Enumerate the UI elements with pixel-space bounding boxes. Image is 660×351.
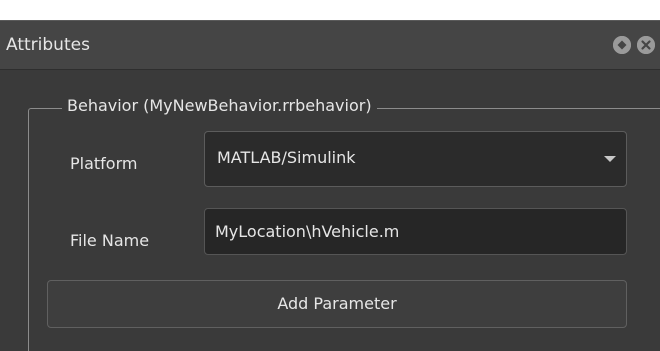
add-parameter-button[interactable]: Add Parameter bbox=[47, 280, 627, 328]
attributes-panel: Attributes Behavior (MyNewBehavior.rrbeh… bbox=[0, 0, 660, 351]
platform-dropdown[interactable]: MATLAB/Simulink bbox=[204, 131, 627, 187]
close-icon[interactable] bbox=[637, 36, 655, 54]
chevron-down-icon bbox=[604, 156, 616, 162]
panel-titlebar: Attributes bbox=[0, 20, 660, 70]
behavior-group-title: Behavior (MyNewBehavior.rrbehavior) bbox=[62, 95, 377, 117]
file-name-label: File Name bbox=[70, 231, 150, 250]
panel-body: Behavior (MyNewBehavior.rrbehavior) Plat… bbox=[0, 70, 660, 351]
platform-dropdown-value: MATLAB/Simulink bbox=[217, 148, 356, 167]
panel-title: Attributes bbox=[6, 35, 90, 55]
float-icon[interactable] bbox=[613, 36, 631, 54]
file-name-input[interactable] bbox=[204, 208, 627, 255]
platform-label: Platform bbox=[70, 154, 138, 173]
